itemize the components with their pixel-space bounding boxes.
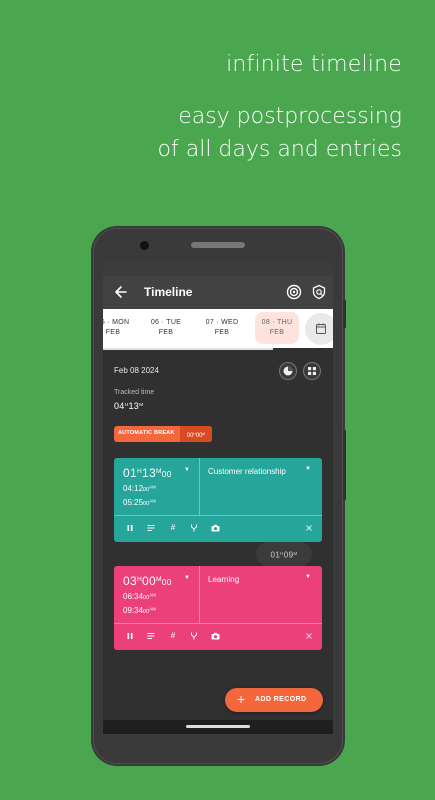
- navigation-bar: [103, 720, 333, 734]
- date-label: Feb 08 2024: [114, 366, 159, 375]
- grid-icon: [308, 367, 316, 375]
- entry-end-time[interactable]: 09:3400AM: [123, 606, 156, 615]
- fork-icon[interactable]: [188, 522, 200, 534]
- entry-category[interactable]: Learning: [208, 575, 239, 584]
- tracked-time-value: 04H13M: [114, 401, 144, 411]
- phone-screen: Timeline 05 · MON FEB 06 · TUE FEB 07 · …: [103, 262, 333, 734]
- back-arrow-icon[interactable]: [113, 283, 129, 301]
- calendar-button[interactable]: [305, 313, 333, 345]
- day-item-selected[interactable]: 08 · THU FEB: [255, 312, 299, 344]
- card-divider: [199, 566, 200, 623]
- plus-icon: +: [237, 691, 246, 707]
- category-dropdown-icon[interactable]: ▼: [305, 466, 311, 472]
- phone-volume-button: [343, 430, 346, 500]
- time-entry-card[interactable]: 03H00M00 ▼ 06:3400AM 09:3400AM Learning …: [114, 566, 322, 650]
- promo-subtitle-line2: of all days and entries: [157, 137, 402, 162]
- promo-subtitle: easy postprocessing of all days and entr…: [158, 100, 402, 166]
- home-gesture-handle[interactable]: [186, 725, 250, 728]
- day-strip-indicator: [103, 348, 273, 350]
- automatic-break-chip[interactable]: AUTOMATIC BREAK 00H00M: [114, 426, 212, 442]
- hashtag-icon[interactable]: #: [167, 522, 179, 534]
- pie-chart-icon: [283, 366, 293, 376]
- day-month: FEB: [269, 329, 285, 336]
- camera-icon[interactable]: [209, 630, 221, 642]
- add-record-label: ADD RECORD: [255, 696, 307, 703]
- duration-dropdown-icon[interactable]: ▼: [184, 575, 190, 581]
- time-entry-card[interactable]: 01H13M00 ▼ 04:1200AM 05:2500AM Customer …: [114, 458, 322, 542]
- notes-icon[interactable]: [145, 630, 157, 642]
- pause-icon[interactable]: [124, 522, 136, 534]
- promo-subtitle-line1: easy postprocessing: [178, 104, 402, 129]
- day-label: 05 · MON: [103, 319, 130, 326]
- fork-icon[interactable]: [188, 630, 200, 642]
- tracked-time-label: Tracked time: [114, 389, 155, 396]
- entry-start-time[interactable]: 06:3400AM: [123, 592, 156, 601]
- shield-badge-icon[interactable]: [311, 284, 327, 300]
- phone-side-button: [343, 300, 346, 328]
- speaker-grille: [191, 242, 245, 248]
- app-bar: Timeline: [103, 276, 333, 309]
- day-item[interactable]: 05 · MON FEB: [103, 318, 135, 338]
- category-dropdown-icon[interactable]: ▼: [305, 574, 311, 580]
- break-label: AUTOMATIC BREAK: [118, 430, 175, 436]
- entry-end-time[interactable]: 05:2500AM: [123, 498, 156, 507]
- entry-start-time[interactable]: 04:1200AM: [123, 484, 156, 493]
- camera-icon: [140, 241, 149, 250]
- gap-duration-pill[interactable]: 01H09M: [256, 542, 312, 566]
- target-icon[interactable]: [286, 284, 302, 300]
- notes-icon[interactable]: [145, 522, 157, 534]
- pie-chart-button[interactable]: [279, 362, 297, 380]
- page-title: Timeline: [144, 285, 193, 299]
- grid-view-button[interactable]: [303, 362, 321, 380]
- day-month: FEB: [105, 329, 121, 336]
- card-divider: [199, 458, 200, 515]
- camera-icon[interactable]: [209, 522, 221, 534]
- pause-icon[interactable]: [124, 630, 136, 642]
- hashtag-icon[interactable]: #: [167, 630, 179, 642]
- close-icon[interactable]: [303, 630, 315, 642]
- entry-duration[interactable]: 03H00M00: [123, 574, 172, 588]
- card-divider: [114, 623, 322, 624]
- status-bar: [103, 262, 333, 276]
- day-item[interactable]: 06 · TUE FEB: [144, 318, 188, 338]
- promo-title: infinite timeline: [226, 52, 402, 77]
- close-icon[interactable]: [303, 522, 315, 534]
- calendar-icon: [316, 323, 326, 334]
- day-label: 06 · TUE: [150, 319, 182, 326]
- day-strip[interactable]: 05 · MON FEB 06 · TUE FEB 07 · WED FEB 0…: [103, 309, 333, 348]
- day-label: 07 · WED: [205, 319, 239, 326]
- break-duration: 00H00M: [180, 426, 212, 442]
- day-label: 08 · THU: [261, 319, 293, 326]
- duration-dropdown-icon[interactable]: ▼: [184, 467, 190, 473]
- day-month: FEB: [214, 329, 230, 336]
- card-divider: [114, 515, 322, 516]
- entry-duration[interactable]: 01H13M00: [123, 466, 172, 480]
- add-record-button[interactable]: + ADD RECORD: [225, 688, 323, 712]
- day-month: FEB: [158, 329, 174, 336]
- day-item[interactable]: 07 · WED FEB: [200, 318, 244, 338]
- entry-category[interactable]: Customer relationship: [208, 467, 286, 476]
